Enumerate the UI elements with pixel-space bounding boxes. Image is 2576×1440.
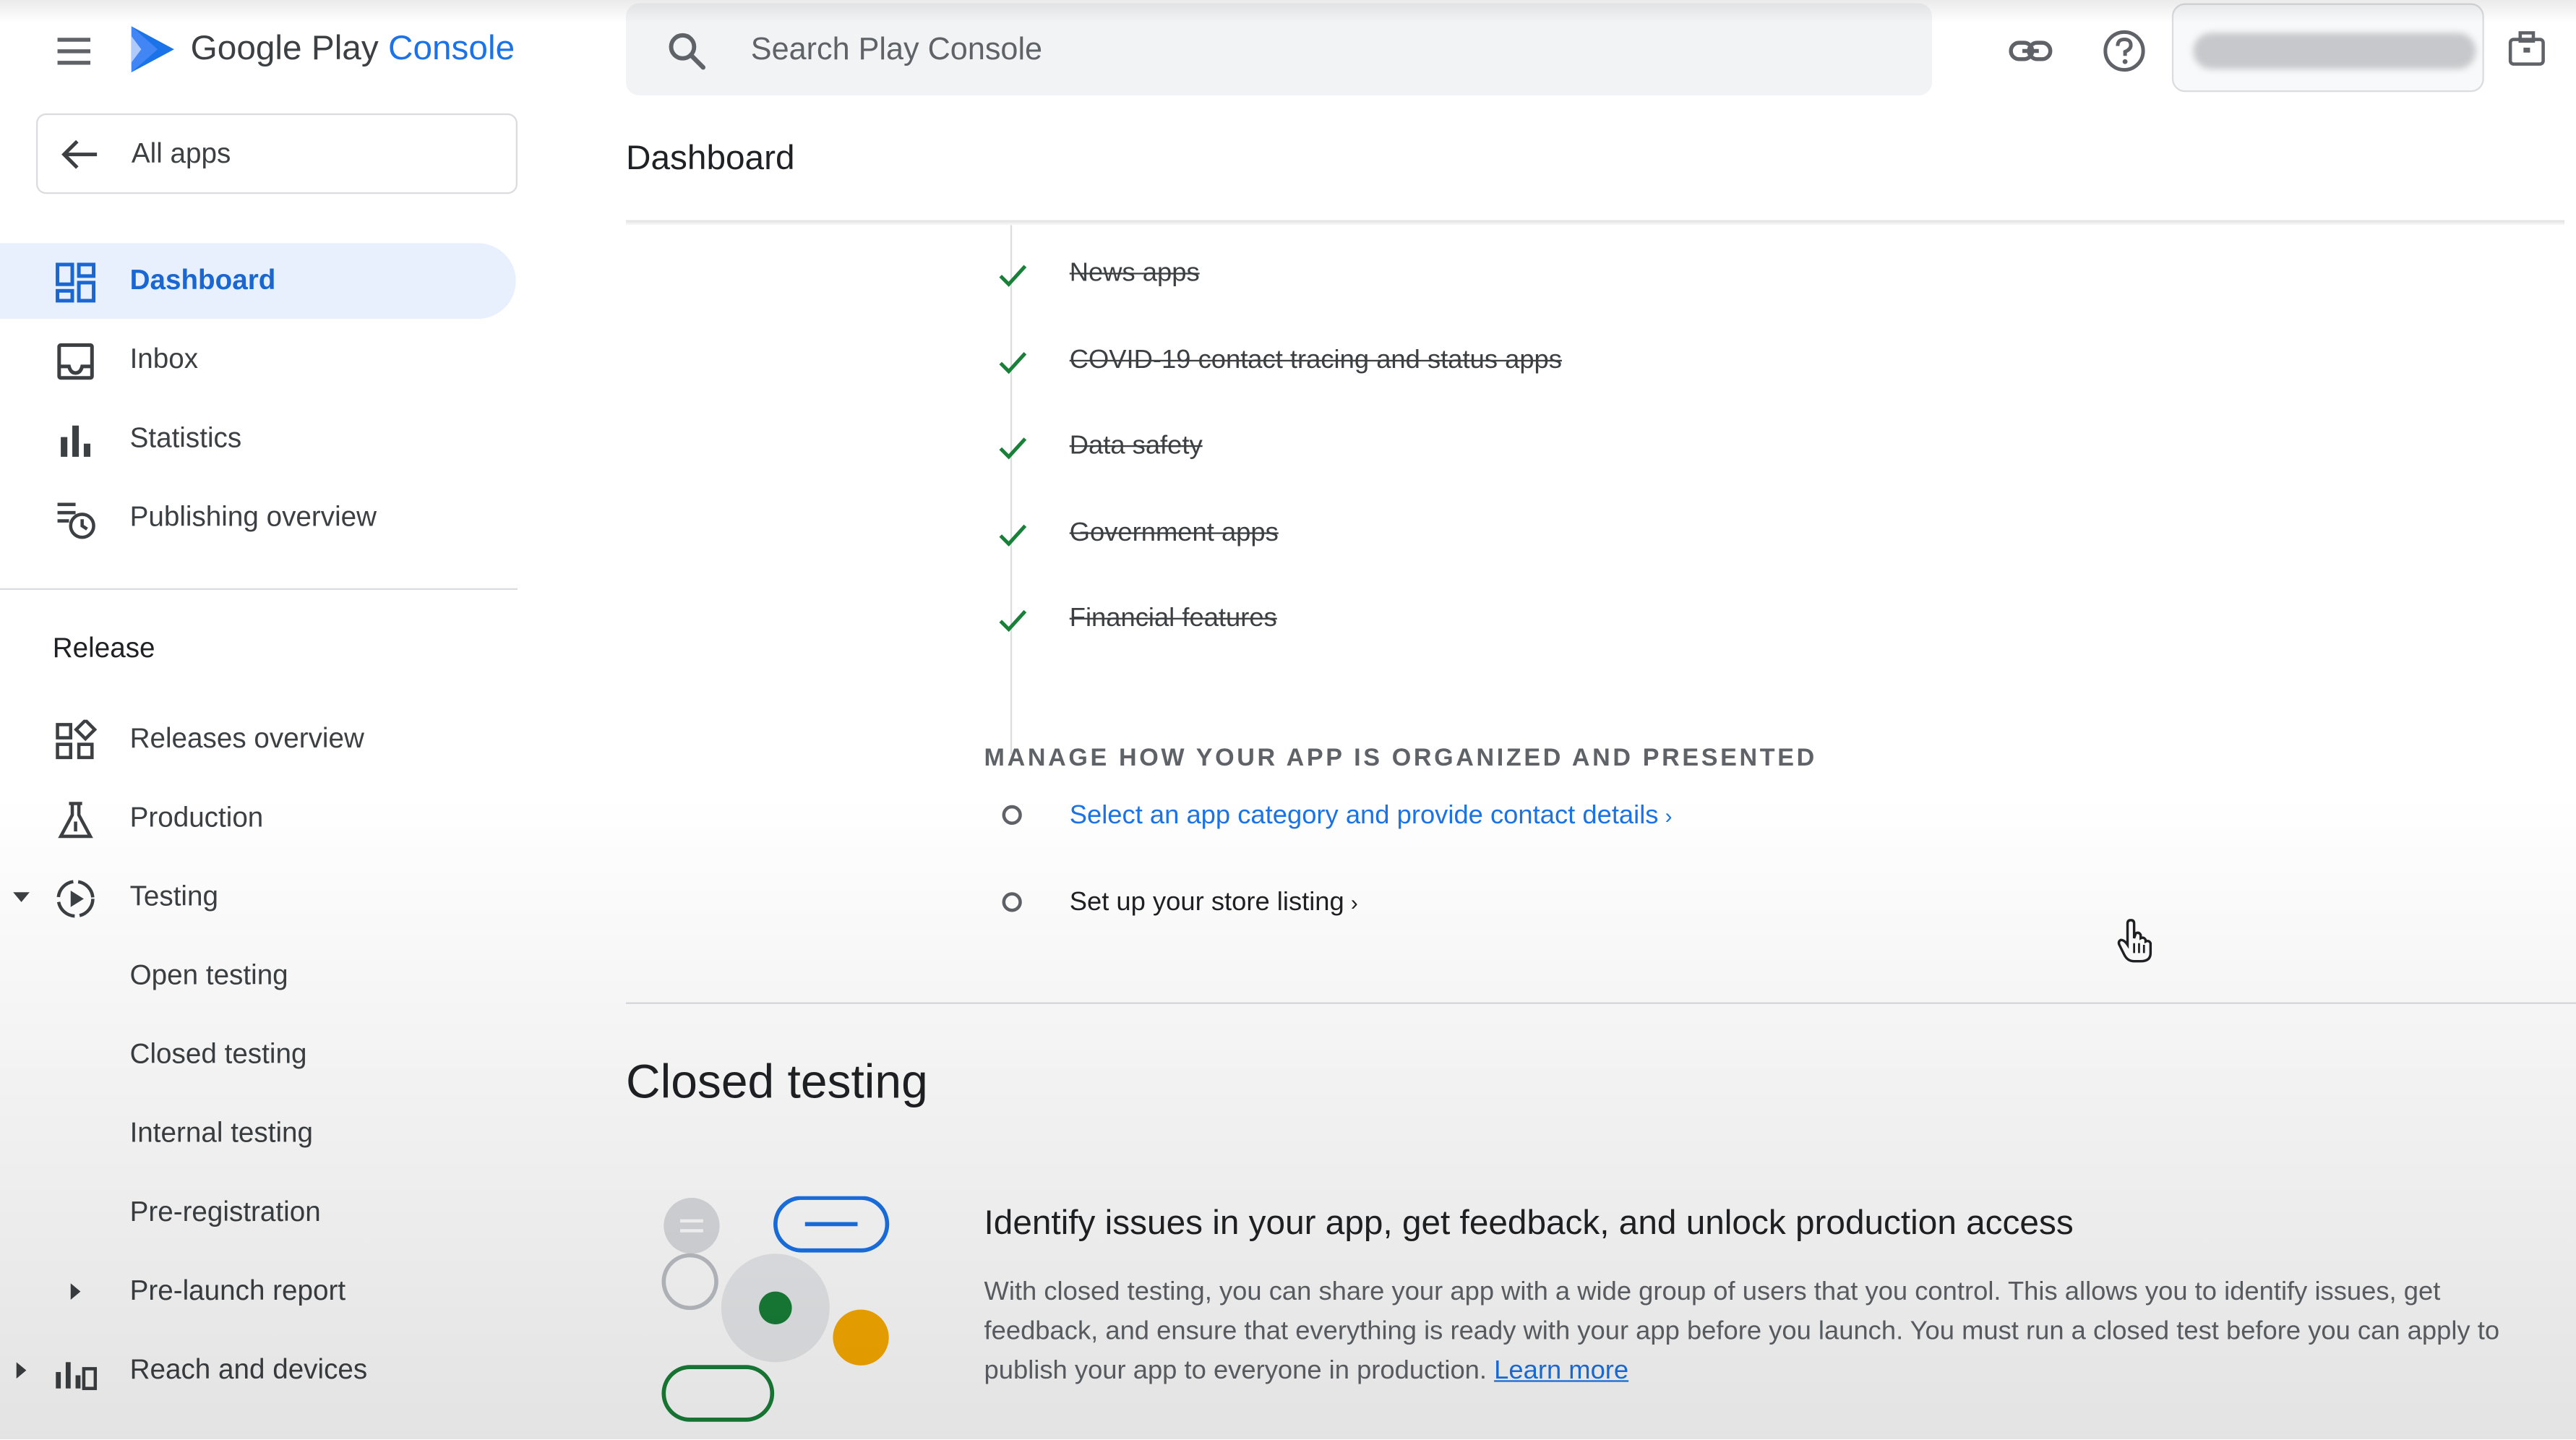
top-bar: Google Play Console: [0, 0, 2576, 102]
sidebar-item-label: Releases overview: [129, 723, 364, 755]
publishing-overview-icon: [57, 502, 95, 539]
sidebar-item-open-testing[interactable]: Open testing: [0, 938, 516, 1014]
hand-cursor-icon: [2117, 919, 2152, 963]
sidebar-item-releases-overview[interactable]: Releases overview: [0, 702, 516, 778]
closed-testing-description: With closed testing, you can share your …: [984, 1274, 2537, 1392]
task-timeline: [1010, 225, 1013, 755]
sidebar-item-statistics[interactable]: Statistics: [0, 401, 516, 477]
sidebar-item-label: Testing: [129, 880, 219, 912]
pending-dot-icon: [1002, 805, 1022, 826]
sidebar-item-label: Statistics: [129, 422, 242, 454]
arrow-back-icon: [61, 140, 98, 169]
sidebar-item-testing[interactable]: Testing: [0, 860, 516, 935]
page-title: Dashboard: [626, 140, 795, 178]
closed-testing-body: With closed testing, you can share your …: [984, 1278, 2500, 1386]
sidebar-item-production[interactable]: Production: [0, 781, 516, 857]
checkmark-icon: [999, 524, 1027, 547]
sidebar-item-label: Publishing overview: [129, 501, 377, 533]
releases-overview-icon: [56, 719, 98, 760]
manage-section-heading: MANAGE HOW YOUR APP IS ORGANIZED AND PRE…: [984, 744, 1817, 773]
pending-dot-icon: [1002, 892, 1022, 912]
link-icon[interactable]: [2006, 26, 2055, 75]
checkmark-icon: [999, 609, 1027, 633]
all-apps-label: All apps: [131, 137, 231, 170]
caret-right-icon[interactable]: [66, 1282, 85, 1301]
chevron-right-icon: ›: [1350, 890, 1358, 916]
task-label: Government apps: [1069, 519, 1279, 547]
task-label: Data safety: [1069, 432, 1203, 460]
testing-icon: [56, 880, 95, 918]
play-console-window: Google Play Console Search Play Console …: [0, 0, 2576, 1440]
sidebar-item-label: Dashboard: [129, 264, 276, 296]
sidebar-item-closed-testing[interactable]: Closed testing: [0, 1017, 516, 1093]
task-link-store-listing[interactable]: Set up your store listing ›: [1070, 889, 1358, 919]
section-divider: [626, 1002, 2576, 1004]
closed-testing-heading: Identify issues in your app, get feedbac…: [984, 1204, 2074, 1243]
briefcase-icon[interactable]: [2501, 23, 2554, 76]
task-label: News apps: [1069, 260, 1200, 288]
product-name-suffix: Console: [387, 29, 515, 68]
account-switcher[interactable]: [2171, 3, 2484, 93]
sidebar-item-label: Reach and devices: [129, 1353, 368, 1386]
sidebar-item-label: Internal testing: [129, 1117, 314, 1149]
main-content: Dashboard News apps COVID-19 contact tra…: [542, 102, 2576, 1439]
sidebar-divider: [0, 588, 518, 591]
caret-down-icon[interactable]: [12, 887, 31, 907]
sidebar-item-pre-registration[interactable]: Pre-registration: [0, 1175, 516, 1251]
product-name-prefix: Google Play: [190, 29, 379, 68]
sidebar-item-internal-testing[interactable]: Internal testing: [0, 1096, 516, 1172]
closed-testing-title: Closed testing: [626, 1056, 928, 1110]
product-name[interactable]: Google Play Console: [191, 30, 515, 69]
help-icon[interactable]: [2100, 26, 2149, 75]
sidebar-item-label: Inbox: [129, 343, 199, 375]
sidebar-item-publishing-overview[interactable]: Publishing overview: [0, 480, 516, 556]
account-name-redacted: [2193, 33, 2476, 69]
inbox-icon: [57, 343, 94, 380]
bar-chart-icon: [61, 425, 91, 457]
sidebar-item-label: Closed testing: [129, 1038, 307, 1070]
checkmark-icon: [999, 352, 1027, 374]
sidebar-section-release: Release: [52, 633, 155, 664]
chevron-right-icon: ›: [1665, 803, 1673, 828]
all-apps-button[interactable]: All apps: [36, 113, 518, 194]
learn-more-link[interactable]: Learn more: [1494, 1357, 1628, 1385]
menu-icon[interactable]: [49, 28, 98, 74]
sidebar-item-pre-launch-report[interactable]: Pre-launch report: [0, 1253, 516, 1329]
task-link-app-category[interactable]: Select an app category and provide conta…: [1070, 802, 1673, 831]
sidebar-item-label: Open testing: [129, 959, 288, 991]
search-bar[interactable]: [626, 3, 1933, 95]
task-label: Set up your store listing: [1069, 888, 1344, 917]
sidebar-item-label: Pre-registration: [129, 1196, 321, 1227]
search-input[interactable]: [747, 22, 1871, 80]
sidebar-item-dashboard[interactable]: Dashboard: [0, 243, 516, 319]
search-icon: [669, 33, 706, 70]
sidebar-item-label: Pre-launch report: [129, 1274, 346, 1307]
sidebar-item-label: Production: [129, 802, 264, 833]
sidebar-item-inbox[interactable]: Inbox: [0, 322, 516, 398]
play-console-logo-icon: [131, 26, 174, 73]
task-label: COVID-19 contact tracing and status apps: [1069, 346, 1562, 375]
sidebar: All apps Dashboard Inbox Statistics Publ…: [0, 102, 542, 1439]
checkmark-icon: [999, 437, 1027, 460]
header-divider: [626, 220, 2565, 226]
checkmark-icon: [999, 265, 1027, 287]
sidebar-item-reach-and-devices[interactable]: Reach and devices: [0, 1332, 516, 1408]
caret-right-icon[interactable]: [12, 1360, 31, 1380]
closed-testing-illustration: [661, 1196, 890, 1422]
reach-devices-icon: [56, 1362, 98, 1390]
task-label: Select an app category and provide conta…: [1069, 802, 1659, 830]
production-icon: [58, 802, 93, 839]
dashboard-icon: [56, 262, 96, 303]
task-label: Financial features: [1069, 604, 1277, 633]
